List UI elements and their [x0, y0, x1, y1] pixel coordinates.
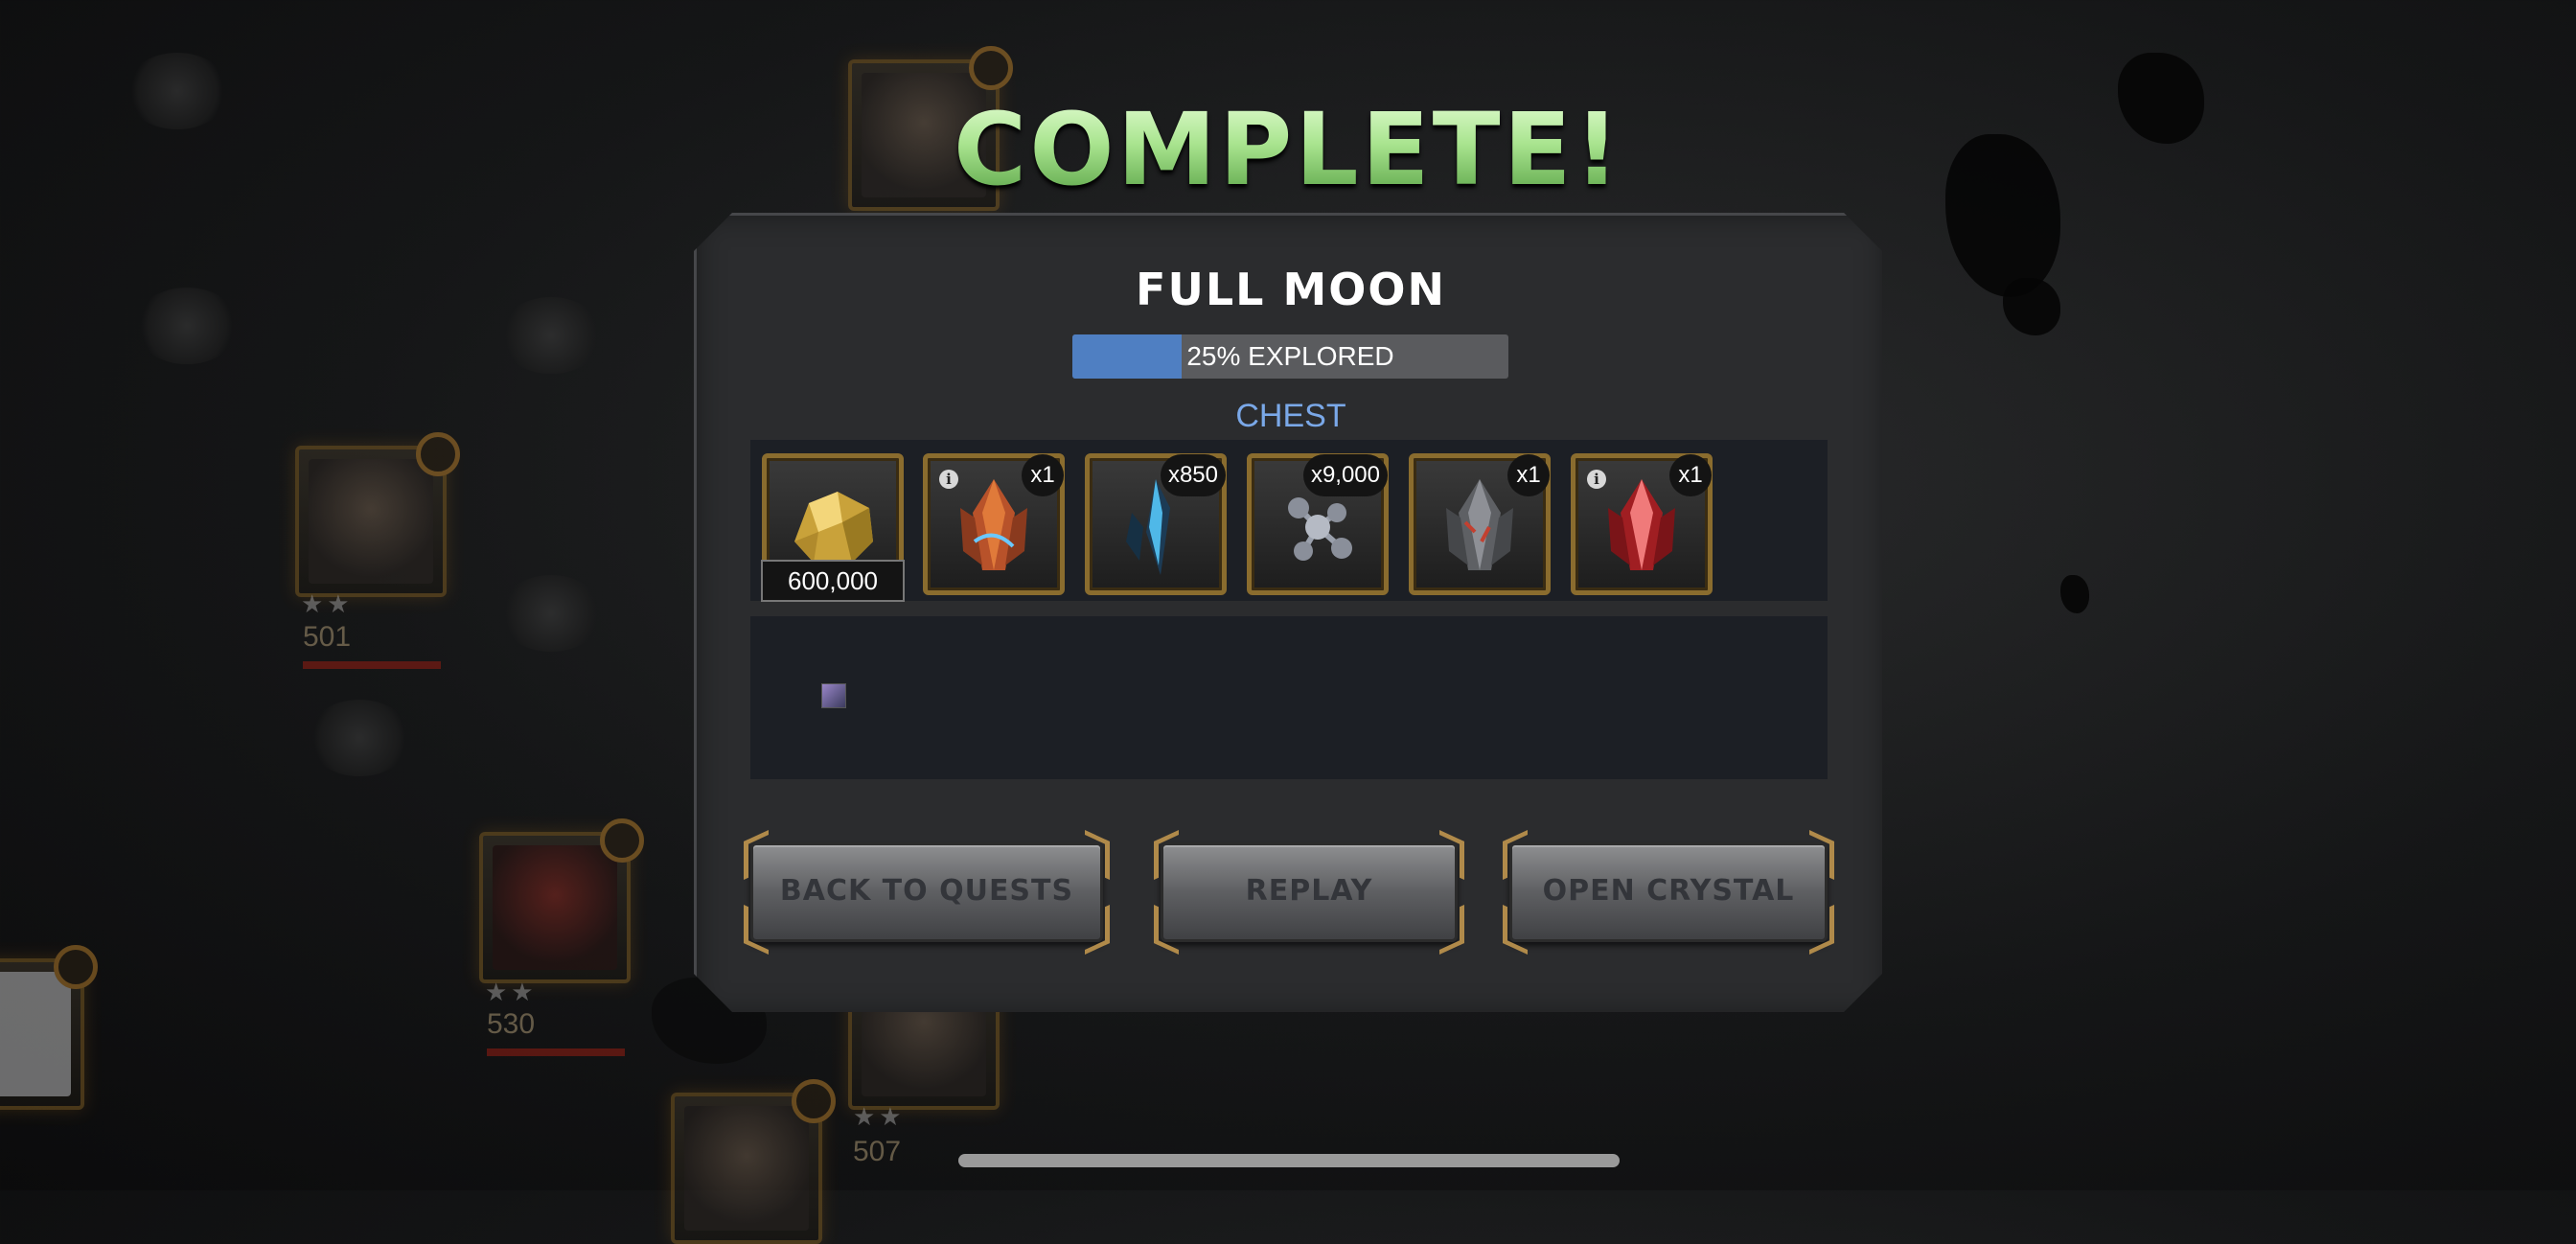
- map-champion-node: [295, 432, 460, 597]
- champion-hp-bar: [303, 661, 441, 669]
- back-to-quests-label: BACK TO QUESTS: [779, 874, 1074, 908]
- map-champion-node: [479, 818, 644, 983]
- champion-stars: ★★: [301, 589, 354, 618]
- reward-red-crystal[interactable]: i x1: [1571, 453, 1713, 595]
- map-node-pad: [498, 297, 604, 374]
- quest-result-panel: FULL MOON 25% EXPLORED CHEST 600,000 i x…: [694, 213, 1882, 1012]
- map-champion-node: [0, 945, 98, 1110]
- map-node-pad: [307, 700, 412, 776]
- reward-grey-crystal[interactable]: x1: [1409, 453, 1551, 595]
- back-to-quests-button[interactable]: BACK TO QUESTS: [744, 829, 1110, 956]
- champion-hp-bar: [487, 1048, 625, 1056]
- reward-quantity: x9,000: [1302, 454, 1388, 496]
- reward-quantity: x1: [1022, 454, 1064, 496]
- complete-title: COMPLETE!: [0, 91, 2576, 208]
- champion-level: 507: [853, 1136, 902, 1167]
- reward-gold[interactable]: 600,000: [761, 453, 905, 602]
- map-node-pad: [498, 575, 604, 652]
- home-indicator[interactable]: [958, 1154, 1620, 1167]
- reward-quantity: x1: [1507, 454, 1550, 496]
- chest-label: CHEST: [1235, 398, 1346, 434]
- asteroid: [2003, 278, 2060, 335]
- champion-level: 501: [303, 621, 352, 653]
- gold-icon: [794, 491, 873, 563]
- reward-iso8[interactable]: x9,000: [1247, 453, 1389, 595]
- map-champion-node: [671, 1079, 836, 1244]
- map-node-pad: [134, 288, 240, 364]
- bonus-rewards-area: [750, 616, 1828, 779]
- champion-stars: ★★: [485, 978, 538, 1006]
- reward-crystal[interactable]: i x1: [923, 453, 1065, 595]
- reward-shards[interactable]: x850: [1085, 453, 1227, 595]
- open-crystal-button[interactable]: OPEN CRYSTAL: [1503, 829, 1834, 956]
- chest-rewards-row: 600,000 i x1 x850 x9,000 x1 i x1: [750, 440, 1828, 602]
- replay-button[interactable]: REPLAY: [1154, 829, 1464, 956]
- quest-name: FULL MOON: [1136, 264, 1446, 315]
- reward-quantity: x1: [1669, 454, 1712, 496]
- exploration-progress-bar: 25% EXPLORED: [1072, 334, 1508, 379]
- replay-label: REPLAY: [1245, 874, 1373, 908]
- gold-amount: 600,000: [761, 560, 905, 602]
- progress-label: 25% EXPLORED: [1186, 341, 1394, 371]
- reward-quantity: x850: [1160, 454, 1226, 496]
- open-crystal-label: OPEN CRYSTAL: [1542, 874, 1795, 908]
- asteroid: [2060, 575, 2089, 613]
- champion-stars: ★★: [853, 1102, 906, 1131]
- reward-thumbnail-icon: [821, 683, 846, 708]
- champion-level: 530: [487, 1008, 536, 1040]
